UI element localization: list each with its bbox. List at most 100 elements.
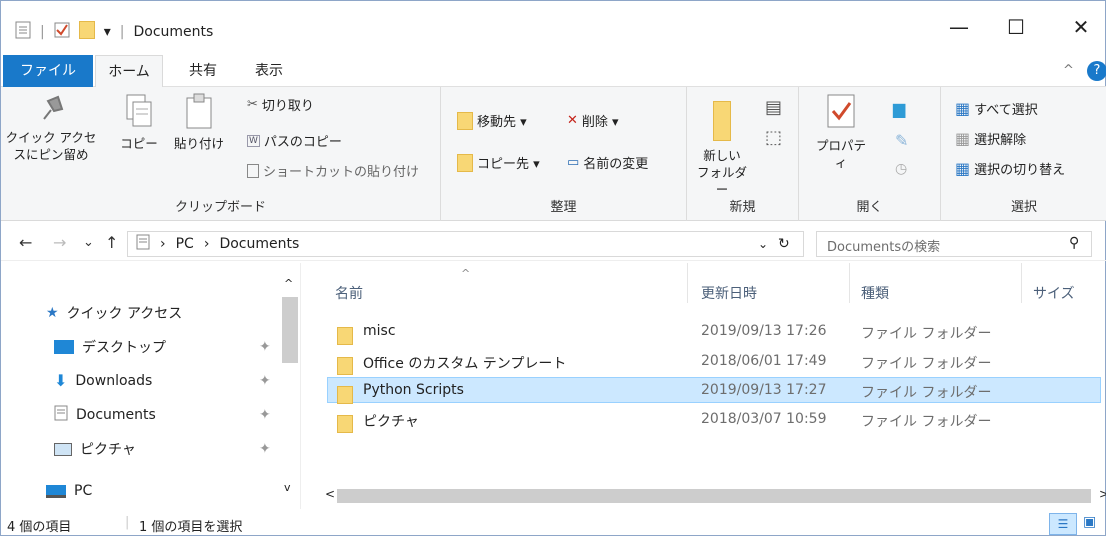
scroll-right-icon[interactable]: > (1099, 487, 1106, 501)
nav-item-desktop[interactable]: デスクトップ ✦ (54, 337, 271, 357)
status-bar: 4 個の項目 | 1 個の項目を選択 ☰ ▣ (1, 511, 1106, 536)
nav-item-quick-access[interactable]: ★ クイック アクセス (46, 303, 182, 323)
chevron-right-icon: › (160, 236, 166, 252)
item-count: 4 個の項目 (7, 520, 72, 535)
properties-button[interactable]: プロパティ (811, 93, 871, 171)
new-folder-icon[interactable] (78, 21, 95, 43)
nav-item-pictures[interactable]: ピクチャ ✦ (54, 439, 271, 459)
new-group-label: 新規 (729, 200, 756, 215)
refresh-icon[interactable]: ↻ (778, 236, 790, 252)
separator: | (125, 515, 130, 530)
search-input[interactable]: Documentsの検索 (816, 231, 1092, 257)
clipboard-group: クイック アクセスにピン留め コピー 貼り付け ✂ 切り取り W パスのコピー … (1, 87, 441, 221)
scroll-thumb[interactable] (282, 297, 298, 363)
file-row-selected[interactable]: Python Scripts 2019/09/13 17:27 ファイル フォル… (327, 377, 1101, 404)
new-item-icon[interactable]: ▤ (765, 97, 782, 118)
nav-label: デスクトップ (82, 340, 166, 356)
horizontal-scroll-thumb[interactable] (337, 489, 1091, 503)
pin-icon[interactable]: ✦ (259, 339, 271, 355)
file-row[interactable]: Office のカスタム テンプレート 2018/06/01 17:49 ファイ… (327, 349, 1101, 375)
file-type: ファイル フォルダー (861, 356, 992, 372)
close-button[interactable]: ✕ (1061, 15, 1101, 39)
scroll-down-icon[interactable]: v (284, 481, 291, 494)
delete-button[interactable]: ✕ 削除 ▾ (567, 111, 619, 130)
copy-to-button[interactable]: コピー先 ▾ (457, 153, 540, 172)
address-bar-row: ← → ⌄ ↑ › PC › Documents ⌄ ↻ Documentsの検… (1, 227, 1106, 261)
properties-check-icon[interactable] (54, 22, 70, 42)
large-icons-view-icon[interactable]: ▣ (1083, 514, 1096, 530)
copy-button[interactable]: コピー (119, 93, 159, 152)
forward-button[interactable]: → (53, 233, 66, 252)
tab-view[interactable]: 表示 (239, 55, 299, 87)
help-icon[interactable]: ? (1087, 61, 1106, 81)
copy-path-button[interactable]: W パスのコピー (247, 131, 342, 150)
paste-label: 貼り付け (173, 136, 224, 151)
rename-icon: ▭ (567, 155, 580, 170)
scroll-left-icon[interactable]: < (325, 487, 335, 501)
select-none-button[interactable]: ▦ 選択解除 (955, 129, 1026, 148)
open-group-label: 開く (856, 200, 883, 215)
new-folder-label: 新しい フォルダー (697, 148, 748, 197)
nav-item-pc[interactable]: PC (46, 483, 92, 499)
column-modified[interactable]: 更新日時 (701, 283, 757, 303)
easy-access-icon[interactable]: ⬚ (765, 127, 782, 148)
new-folder-icon (713, 101, 731, 141)
nav-label: PC (74, 483, 93, 499)
tab-file[interactable]: ファイル (3, 55, 93, 87)
maximize-button[interactable]: ☐ (996, 15, 1036, 39)
scroll-up-icon[interactable]: ^ (284, 277, 293, 290)
recent-locations-button[interactable]: ⌄ (83, 235, 94, 250)
column-size[interactable]: サイズ (1033, 283, 1075, 303)
back-button[interactable]: ← (19, 233, 32, 252)
paste-shortcut-button[interactable]: ショートカットの貼り付け (247, 161, 419, 180)
customize-toolbar-icon[interactable]: ▾ (104, 24, 111, 40)
move-to-button[interactable]: 移動先 ▾ (457, 111, 527, 130)
column-type[interactable]: 種類 (861, 283, 889, 303)
document-icon (54, 405, 68, 425)
pin-icon[interactable]: ✦ (259, 407, 271, 423)
copy-path-icon: W (247, 134, 260, 147)
organize-group-label: 整理 (550, 200, 577, 215)
navigation-scrollbar[interactable]: ^ v (281, 263, 299, 501)
file-row[interactable]: ピクチャ 2018/03/07 10:59 ファイル フォルダー (327, 407, 1101, 433)
up-button[interactable]: ↑ (105, 233, 118, 252)
document-icon[interactable] (15, 21, 31, 43)
new-group: 新しい フォルダー ▤ ⬚ 新規 (687, 87, 799, 221)
pin-icon[interactable]: ✦ (259, 373, 271, 389)
move-to-label: 移動先 ▾ (477, 115, 527, 130)
horizontal-scrollbar[interactable]: < > (321, 487, 1106, 505)
cut-label: 切り取り (261, 99, 314, 114)
paste-button[interactable]: 貼り付け (171, 93, 227, 152)
rename-button[interactable]: ▭ 名前の変更 (567, 153, 648, 172)
invert-selection-icon: ▦ (955, 159, 971, 178)
quick-access-toolbar: | ▾ | Documents (15, 21, 213, 43)
dropdown-icon[interactable]: ⌄ (758, 237, 768, 251)
nav-item-documents[interactable]: Documents ✦ (54, 405, 271, 425)
select-all-button[interactable]: ▦ すべて選択 (955, 99, 1038, 118)
cut-button[interactable]: ✂ 切り取り (247, 95, 314, 114)
file-type: ファイル フォルダー (861, 385, 992, 401)
tab-share[interactable]: 共有 (173, 55, 233, 87)
open-icon[interactable]: ▆ (893, 99, 905, 118)
pin-quick-access-button[interactable]: クイック アクセスにピン留め (5, 93, 97, 163)
file-explorer-window: | ▾ | Documents — ☐ ✕ ファイル ホーム 共有 表示 ^ ?… (0, 0, 1106, 536)
details-view-icon[interactable]: ☰ (1049, 513, 1077, 535)
pin-icon[interactable]: ✦ (259, 441, 271, 457)
file-row[interactable]: misc 2019/09/13 17:26 ファイル フォルダー (327, 319, 1101, 345)
nav-item-downloads[interactable]: ⬇ Downloads ✦ (54, 371, 271, 390)
history-icon[interactable]: ◷ (895, 161, 907, 177)
file-modified: 2018/06/01 17:49 (701, 353, 827, 369)
tab-home[interactable]: ホーム (95, 55, 163, 88)
select-all-icon: ▦ (955, 99, 971, 118)
nav-label: ピクチャ (80, 442, 136, 458)
new-folder-button[interactable]: 新しい フォルダー (697, 101, 747, 198)
breadcrumb-documents[interactable]: Documents (219, 236, 299, 252)
breadcrumb-pc[interactable]: PC (176, 236, 194, 252)
edit-icon[interactable]: ✎ (895, 131, 908, 150)
invert-selection-button[interactable]: ▦ 選択の切り替え (955, 159, 1065, 178)
minimize-button[interactable]: — (939, 15, 979, 39)
column-name[interactable]: 名前 (335, 283, 363, 303)
address-box[interactable]: › PC › Documents ⌄ ↻ (127, 231, 804, 257)
collapse-ribbon-icon[interactable]: ^ (1063, 63, 1074, 78)
navigation-pane: ★ クイック アクセス デスクトップ ✦ ⬇ Downloads ✦ Docum… (1, 263, 301, 509)
